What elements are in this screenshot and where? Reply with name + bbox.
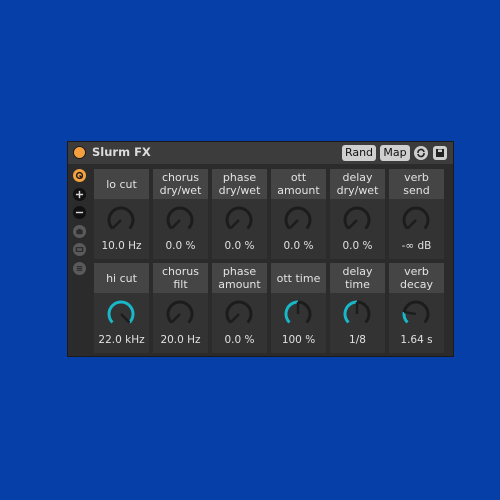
expand-view-button[interactable] bbox=[73, 243, 86, 256]
remove-button[interactable] bbox=[73, 206, 86, 219]
param-verb-send: verb send -∞ dB bbox=[389, 169, 444, 259]
remove-icon bbox=[75, 211, 84, 214]
param-ott-time: ott time 100 % bbox=[271, 263, 326, 353]
device-title: Slurm FX bbox=[92, 145, 151, 159]
add-button[interactable] bbox=[73, 188, 86, 201]
param-chorus-filt: chorus filt 20.0 Hz bbox=[153, 263, 208, 353]
rand-button[interactable]: Rand bbox=[342, 145, 376, 161]
param-label: delay dry/wet bbox=[330, 169, 385, 199]
list-view-button[interactable] bbox=[73, 262, 86, 275]
param-knob[interactable] bbox=[401, 299, 431, 329]
param-knob[interactable] bbox=[106, 205, 136, 235]
param-label: phase amount bbox=[212, 263, 267, 293]
param-value: 100 % bbox=[281, 334, 316, 346]
param-chorus-dry-wet: chorus dry/wet 0.0 % bbox=[153, 169, 208, 259]
param-label: verb decay bbox=[389, 263, 444, 293]
param-value: 10.0 Hz bbox=[101, 240, 142, 252]
param-knob[interactable] bbox=[283, 205, 313, 235]
param-value: 0.0 % bbox=[165, 240, 196, 252]
param-label: ott time bbox=[271, 263, 326, 293]
param-knob[interactable] bbox=[342, 205, 372, 235]
save-preset-button[interactable] bbox=[433, 146, 447, 160]
param-knob[interactable] bbox=[283, 299, 313, 329]
camera-icon bbox=[76, 228, 83, 235]
param-label: chorus filt bbox=[153, 263, 208, 293]
hot-swap-button[interactable] bbox=[414, 146, 428, 160]
param-label: ott amount bbox=[271, 169, 326, 199]
param-label: hi cut bbox=[94, 263, 149, 293]
param-label: delay time bbox=[330, 263, 385, 293]
param-value: 0.0 % bbox=[342, 240, 373, 252]
add-icon bbox=[75, 190, 84, 199]
param-knob[interactable] bbox=[165, 205, 195, 235]
param-label: lo cut bbox=[94, 169, 149, 199]
param-knob[interactable] bbox=[342, 299, 372, 329]
param-knob[interactable] bbox=[165, 299, 195, 329]
param-value: 0.0 % bbox=[224, 334, 255, 346]
param-value: 0.0 % bbox=[224, 240, 255, 252]
param-value: 20.0 Hz bbox=[160, 334, 201, 346]
device-sidebar bbox=[68, 164, 90, 356]
hot-swap-mode-button[interactable] bbox=[73, 169, 86, 182]
device-power-button[interactable] bbox=[73, 146, 86, 159]
hot-swap-icon bbox=[75, 171, 84, 180]
param-label: phase dry/wet bbox=[212, 169, 267, 199]
save-icon bbox=[436, 149, 444, 157]
param-knob[interactable] bbox=[401, 205, 431, 235]
param-hi-cut: hi cut 22.0 kHz bbox=[94, 263, 149, 353]
param-value: 1.64 s bbox=[400, 334, 433, 346]
param-ott-amount: ott amount 0.0 % bbox=[271, 169, 326, 259]
param-delay-time: delay time 1/8 bbox=[330, 263, 385, 353]
param-label: chorus dry/wet bbox=[153, 169, 208, 199]
snapshot-button[interactable] bbox=[73, 225, 86, 238]
map-button[interactable]: Map bbox=[380, 145, 410, 161]
window-icon bbox=[75, 247, 84, 252]
list-icon bbox=[76, 266, 83, 271]
param-label: verb send bbox=[389, 169, 444, 199]
param-knob[interactable] bbox=[224, 299, 254, 329]
param-lo-cut: lo cut 10.0 Hz bbox=[94, 169, 149, 259]
device-slurm-fx: Slurm FX Rand Map lo cut 10.0 Hz chorus … bbox=[67, 141, 454, 357]
param-delay-dry-wet: delay dry/wet 0.0 % bbox=[330, 169, 385, 259]
param-phase-amount: phase amount 0.0 % bbox=[212, 263, 267, 353]
param-phase-dry-wet: phase dry/wet 0.0 % bbox=[212, 169, 267, 259]
param-value: -∞ dB bbox=[401, 240, 432, 252]
param-knob[interactable] bbox=[224, 205, 254, 235]
refresh-icon bbox=[417, 148, 425, 158]
param-knob[interactable] bbox=[106, 299, 136, 329]
param-value: 1/8 bbox=[349, 334, 366, 346]
param-value: 22.0 kHz bbox=[98, 334, 145, 346]
param-value: 0.0 % bbox=[283, 240, 314, 252]
device-title-bar[interactable]: Slurm FX Rand Map bbox=[68, 142, 453, 164]
param-verb-decay: verb decay 1.64 s bbox=[389, 263, 444, 353]
